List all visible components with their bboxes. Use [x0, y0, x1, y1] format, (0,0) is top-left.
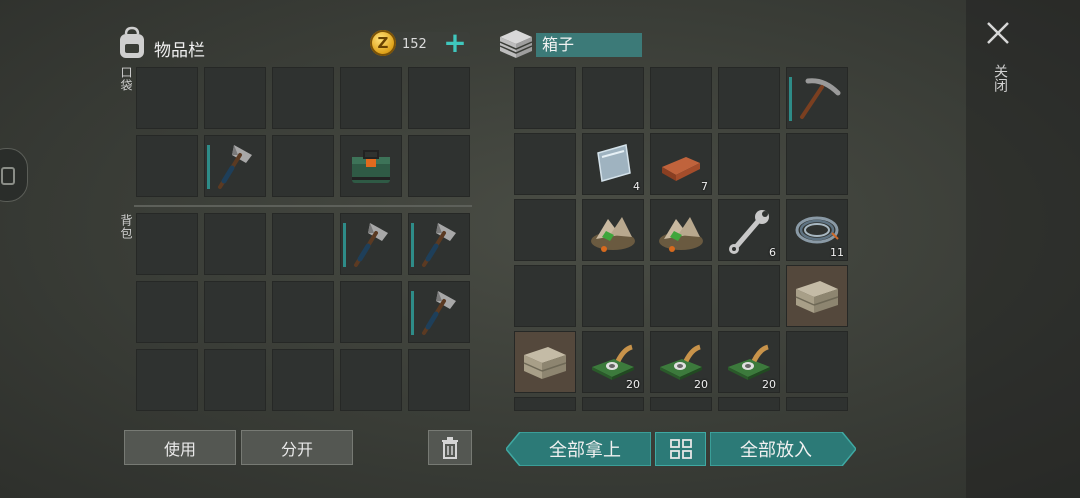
empty-slot[interactable]	[718, 265, 780, 327]
pickaxe-slot[interactable]	[786, 67, 848, 129]
empty-slot[interactable]	[204, 67, 266, 129]
hatchet-slot[interactable]	[408, 281, 470, 343]
copper-ingot-icon	[662, 157, 700, 181]
circuit-board-slot[interactable]: 20	[718, 331, 780, 393]
coin-count: 152	[402, 37, 427, 52]
empty-slot[interactable]	[514, 397, 576, 411]
empty-slot[interactable]	[272, 213, 334, 275]
empty-slot[interactable]	[272, 349, 334, 411]
empty-slot[interactable]	[786, 331, 848, 393]
empty-slot[interactable]	[582, 265, 644, 327]
empty-slot[interactable]	[514, 67, 576, 129]
empty-slot[interactable]	[136, 281, 198, 343]
item-quantity: 20	[762, 378, 776, 391]
empty-slot[interactable]	[408, 135, 470, 197]
wire-coil-slot[interactable]: 11	[786, 199, 848, 261]
empty-slot[interactable]	[582, 397, 644, 411]
empty-slot[interactable]	[786, 397, 848, 411]
empty-slot[interactable]	[786, 133, 848, 195]
item-quantity: 4	[633, 180, 640, 193]
empty-slot[interactable]	[408, 67, 470, 129]
toolbox-icon	[352, 150, 390, 183]
ore-pile-slot[interactable]	[582, 199, 644, 261]
empty-slot[interactable]	[514, 133, 576, 195]
right-panel	[966, 0, 1080, 498]
crate-slot[interactable]	[514, 331, 576, 393]
section-divider	[134, 205, 472, 207]
empty-slot[interactable]	[582, 67, 644, 129]
hatchet-slot[interactable]	[408, 213, 470, 275]
put-all-button[interactable]: 全部放入	[710, 432, 842, 466]
pocket-label: 口袋	[119, 66, 133, 92]
box-icon	[498, 28, 534, 60]
ore-pile-icon	[659, 217, 703, 252]
side-drawer-tab[interactable]	[0, 148, 28, 202]
hatchet-slot[interactable]	[340, 213, 402, 275]
close-icon[interactable]	[986, 18, 1010, 53]
item-quantity: 7	[701, 180, 708, 193]
ore-pile-slot[interactable]	[650, 199, 712, 261]
backpack-label: 背包	[119, 214, 133, 240]
steel-plate-icon	[597, 144, 631, 182]
empty-slot[interactable]	[718, 67, 780, 129]
empty-slot[interactable]	[650, 67, 712, 129]
close-label[interactable]: 关闭	[990, 64, 1010, 92]
backpack-icon	[116, 26, 148, 60]
box-title: 箱子	[536, 33, 642, 57]
empty-slot[interactable]	[204, 281, 266, 343]
hatchet-icon	[422, 291, 456, 335]
split-button[interactable]: 分开	[241, 430, 353, 465]
take-all-button[interactable]: 全部拿上	[520, 432, 650, 466]
toolbox-slot[interactable]	[340, 135, 402, 197]
empty-slot[interactable]	[340, 281, 402, 343]
trash-icon	[442, 436, 458, 459]
empty-slot[interactable]	[340, 349, 402, 411]
empty-slot[interactable]	[650, 397, 712, 411]
empty-slot[interactable]	[272, 135, 334, 197]
item-quantity: 11	[830, 246, 844, 259]
pickaxe-icon	[800, 78, 841, 119]
hatchet-icon	[422, 223, 456, 267]
empty-slot[interactable]	[514, 265, 576, 327]
empty-slot[interactable]	[340, 67, 402, 129]
empty-slot[interactable]	[718, 397, 780, 411]
empty-slot[interactable]	[136, 349, 198, 411]
trash-button[interactable]	[428, 430, 472, 465]
empty-slot[interactable]	[136, 213, 198, 275]
empty-slot[interactable]	[204, 213, 266, 275]
crate-slot[interactable]	[786, 265, 848, 327]
use-button[interactable]: 使用	[124, 430, 236, 465]
grid-sort-icon	[669, 439, 692, 459]
circuit-board-slot[interactable]: 20	[650, 331, 712, 393]
ore-pile-icon	[591, 217, 635, 252]
inventory-title: 物品栏	[154, 41, 205, 61]
empty-slot[interactable]	[514, 199, 576, 261]
hatchet-slot[interactable]	[204, 135, 266, 197]
crate-icon	[795, 281, 839, 313]
empty-slot[interactable]	[136, 135, 198, 197]
wrench-icon	[729, 210, 769, 254]
circuit-board-slot[interactable]: 20	[582, 331, 644, 393]
empty-slot[interactable]	[650, 265, 712, 327]
copper-ingot-slot[interactable]: 7	[650, 133, 712, 195]
sort-button[interactable]	[655, 432, 706, 466]
item-quantity: 20	[626, 378, 640, 391]
crate-icon	[523, 347, 567, 379]
hatchet-icon	[354, 223, 388, 267]
wrench-slot[interactable]: 6	[718, 199, 780, 261]
empty-slot[interactable]	[718, 133, 780, 195]
empty-slot[interactable]	[136, 67, 198, 129]
item-quantity: 20	[694, 378, 708, 391]
coin-icon: Z	[370, 30, 396, 56]
empty-slot[interactable]	[272, 281, 334, 343]
empty-slot[interactable]	[204, 349, 266, 411]
add-coins-button[interactable]: +	[442, 29, 468, 57]
item-quantity: 6	[769, 246, 776, 259]
steel-plate-slot[interactable]: 4	[582, 133, 644, 195]
empty-slot[interactable]	[272, 67, 334, 129]
empty-slot[interactable]	[408, 349, 470, 411]
hatchet-icon	[218, 145, 252, 189]
